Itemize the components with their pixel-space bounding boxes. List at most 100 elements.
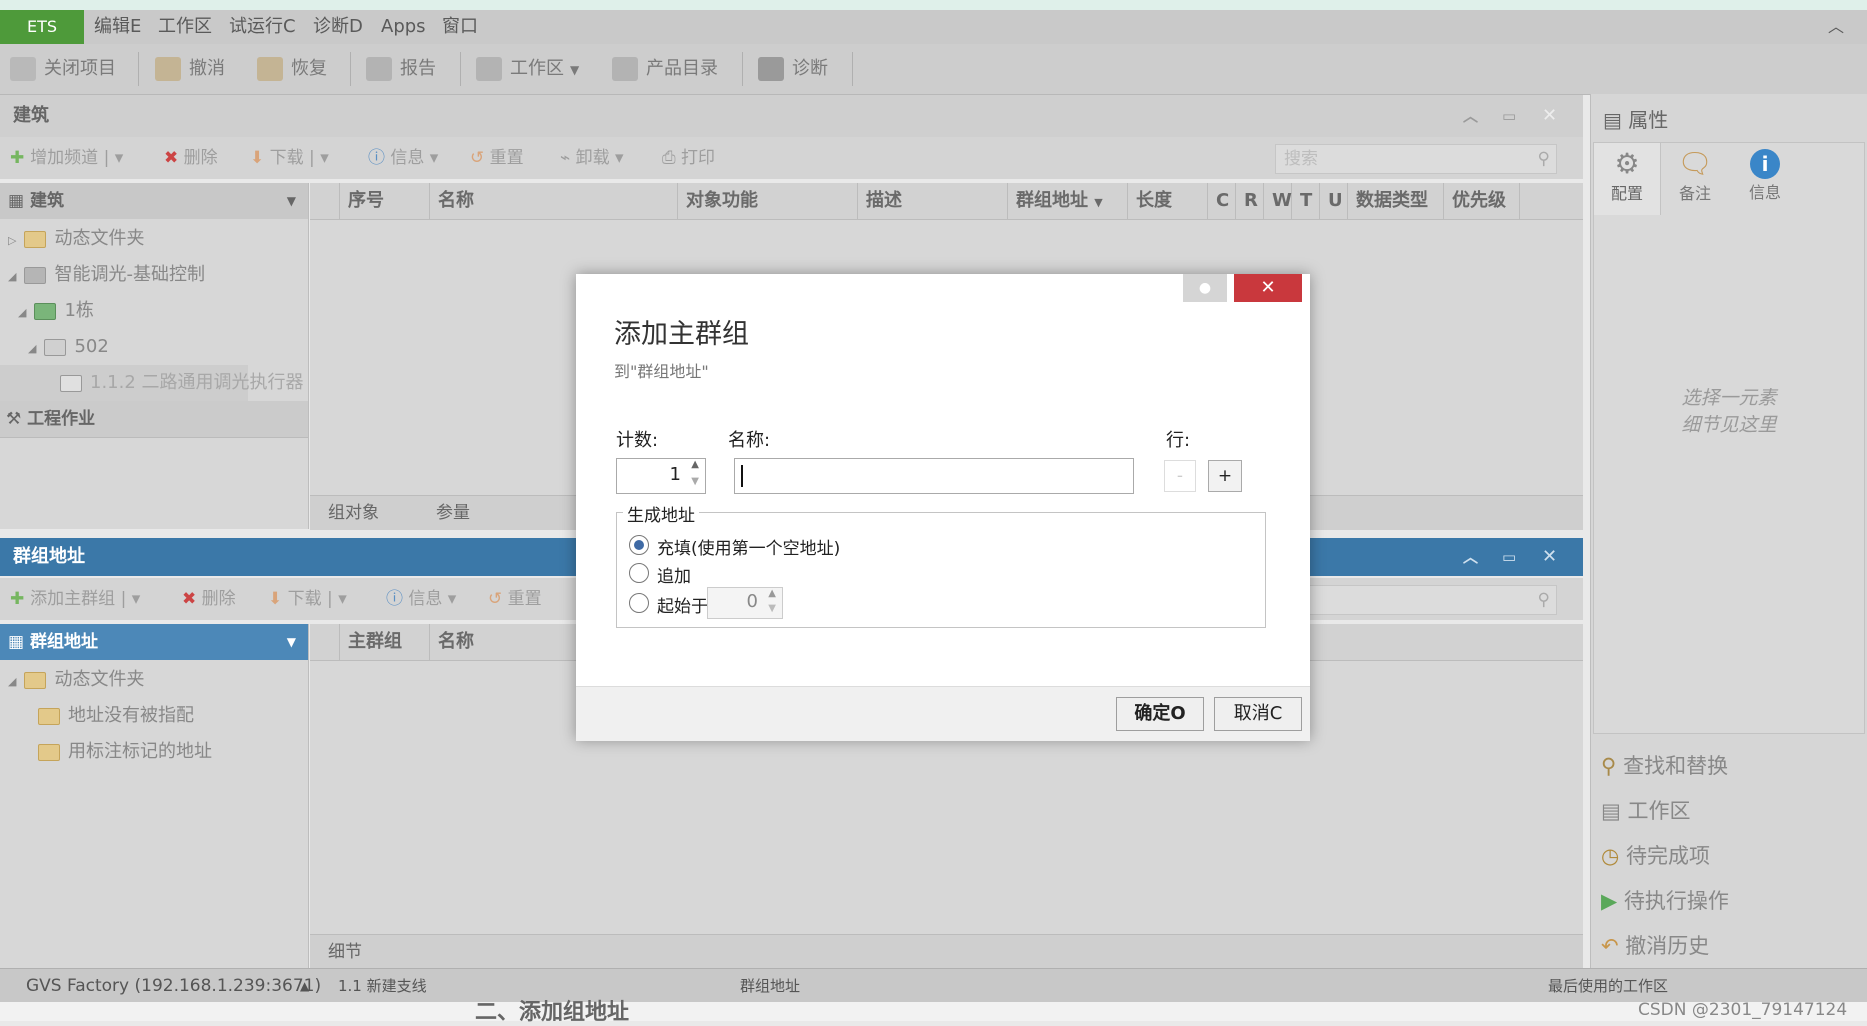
redo-icon — [257, 57, 283, 81]
row-minus-button[interactable]: - — [1164, 460, 1196, 492]
info-button[interactable]: ⓘ 信息 ▾ — [386, 578, 456, 620]
column-header-group-address[interactable]: 群组地址 ▼ — [1008, 183, 1128, 219]
panel-close-icon[interactable]: ✕ — [1542, 95, 1557, 137]
tab-group-objects[interactable]: 组对象 — [328, 496, 379, 530]
close-project-button[interactable]: 关闭项目 — [10, 44, 116, 94]
add-channel-button[interactable]: ✚ 增加频道 | ▾ — [10, 137, 123, 179]
delete-button[interactable]: ✖ 删除 — [182, 578, 236, 620]
ok-button[interactable]: 确定O — [1116, 697, 1204, 731]
workspace-link[interactable]: ▤ 工作区 — [1601, 789, 1691, 833]
collapse-ribbon-icon[interactable]: ︿ — [1828, 10, 1844, 44]
menu-apps[interactable]: Apps — [381, 10, 426, 44]
tree-item-label: 地址没有被指配 — [68, 705, 194, 726]
menu-window[interactable]: 窗口 — [442, 10, 478, 44]
column-header[interactable]: R — [1236, 183, 1264, 219]
chevron-up-icon[interactable]: ▲ — [300, 969, 309, 1003]
panel-maximize-icon[interactable]: ▭ — [1502, 538, 1516, 576]
tree-item[interactable]: ▷ 动态文件夹 — [0, 221, 144, 257]
column-header[interactable]: C — [1208, 183, 1236, 219]
circle-icon: ● — [1198, 280, 1212, 296]
radio-fill-label[interactable]: 充填(使用第一个空地址) — [657, 534, 840, 559]
row-plus-button[interactable]: + — [1208, 460, 1242, 492]
tree-item[interactable]: ◢ 动态文件夹 — [0, 662, 144, 698]
delete-button[interactable]: ✖ 删除 — [164, 137, 218, 179]
todo-link[interactable]: ◷ 待完成项 — [1601, 834, 1710, 878]
ets-menu-button[interactable]: ETS — [0, 10, 84, 44]
tab-parameters[interactable]: 参量 — [436, 496, 470, 530]
tab-info[interactable]: i 信息 — [1730, 143, 1800, 215]
menu-edit[interactable]: 编辑E — [94, 10, 141, 44]
connection-status[interactable]: GVS Factory (192.168.1.239:3671) — [26, 969, 321, 1003]
diagnose-button[interactable]: 诊断 — [758, 44, 828, 94]
name-input[interactable] — [734, 458, 1134, 494]
tree-item-device[interactable]: 1.1.2 二路通用调光执行器 — [0, 365, 304, 401]
radio-fill[interactable] — [629, 535, 649, 555]
undo-history-link[interactable]: ↶ 撤消历史 — [1601, 924, 1709, 968]
tree-item[interactable]: ◢ 智能调光-基础控制 — [0, 257, 205, 293]
stepper-down-icon[interactable]: ▼ — [691, 476, 699, 487]
reset-button[interactable]: ↺ 重置 — [488, 578, 542, 620]
tab-notes[interactable]: 🗨 备注 — [1660, 143, 1730, 215]
building-tree-header[interactable]: ▦ 建筑 ▼ — [0, 183, 308, 219]
panel-minimize-icon[interactable]: ︿ — [1463, 95, 1478, 137]
column-header[interactable]: 对象功能 — [678, 183, 858, 219]
column-header[interactable]: 长度 — [1128, 183, 1208, 219]
column-header[interactable]: 数据类型 — [1348, 183, 1444, 219]
tab-details[interactable]: 细节 — [328, 935, 362, 969]
radio-append[interactable] — [629, 563, 649, 583]
report-button[interactable]: 报告 — [366, 44, 436, 94]
count-stepper[interactable]: 1 ▲ ▼ — [616, 458, 706, 494]
workspace-label: 工作区 — [510, 58, 564, 79]
dialog-close-button[interactable]: ✕ — [1234, 274, 1302, 302]
find-replace-link[interactable]: ⚲ 查找和替换 — [1601, 744, 1728, 788]
tree-item[interactable]: 地址没有被指配 — [0, 698, 194, 734]
stepper-up-icon[interactable]: ▲ — [768, 588, 776, 599]
chevron-down-icon[interactable]: ▼ — [287, 624, 296, 660]
stepper-down-icon[interactable]: ▼ — [768, 603, 776, 614]
tree-item[interactable]: ◢ 1栋 — [0, 293, 94, 329]
radio-append-label[interactable]: 追加 — [657, 562, 691, 587]
building-search-input[interactable]: 搜索 ⚲ — [1275, 144, 1557, 174]
print-button[interactable]: ⎙ 打印 — [662, 137, 715, 179]
panel-close-icon[interactable]: ✕ — [1542, 538, 1557, 576]
group-tree-header[interactable]: ▦ 群组地址 ▼ — [0, 624, 308, 660]
tab-configuration[interactable]: ⚙ 配置 — [1594, 143, 1661, 215]
column-header[interactable]: 优先级 — [1444, 183, 1520, 219]
undo-button[interactable]: 撤消 — [155, 44, 225, 94]
column-header[interactable]: 序号 — [340, 183, 430, 219]
delete-label: 删除 — [201, 589, 236, 609]
stepper-up-icon[interactable]: ▲ — [691, 459, 699, 470]
panel-minimize-icon[interactable]: ︿ — [1463, 538, 1478, 576]
column-header[interactable]: U — [1320, 183, 1348, 219]
info-button[interactable]: ⓘ 信息 ▾ — [368, 137, 438, 179]
column-header[interactable]: T — [1292, 183, 1320, 219]
dialog-restore-button[interactable]: ● — [1183, 274, 1227, 302]
dialog-subtitle: 到"群组地址" — [614, 362, 709, 381]
radio-start-at[interactable] — [629, 593, 649, 613]
menu-commissioning[interactable]: 试运行C — [229, 10, 296, 44]
tree-item[interactable]: 用标注标记的地址 — [0, 734, 212, 770]
panel-maximize-icon[interactable]: ▭ — [1502, 95, 1516, 137]
catalog-button[interactable]: 产品目录 — [612, 44, 718, 94]
reset-button[interactable]: ↺ 重置 — [470, 137, 524, 179]
column-header[interactable]: 描述 — [858, 183, 1008, 219]
menu-workspace[interactable]: 工作区 — [158, 10, 212, 44]
pending-ops-link[interactable]: ▶ 待执行操作 — [1601, 879, 1729, 923]
start-value-stepper[interactable]: 0 ▲ ▼ — [707, 587, 783, 619]
add-main-group-button[interactable]: ✚ 添加主群组 | ▾ — [10, 578, 140, 620]
engineering-section[interactable]: ⚒ 工程作业 — [0, 401, 308, 438]
cancel-button[interactable]: 取消C — [1214, 697, 1302, 731]
unload-button[interactable]: ⌁ 卸载 ▾ — [560, 137, 624, 179]
column-header[interactable]: 名称 — [430, 183, 678, 219]
group-search-input[interactable]: ⚲ — [1275, 585, 1557, 615]
download-button[interactable]: ⬇ 下载 | ▾ — [250, 137, 329, 179]
workspace-dropdown[interactable]: 工作区 ▼ — [476, 44, 579, 94]
tree-item[interactable]: ◢ 502 — [0, 329, 109, 365]
chevron-down-icon[interactable]: ▼ — [287, 183, 296, 219]
column-header[interactable]: W — [1264, 183, 1292, 219]
menu-diagnostics[interactable]: 诊断D — [313, 10, 363, 44]
redo-button[interactable]: 恢复 — [257, 44, 327, 94]
download-button[interactable]: ⬇ 下载 | ▾ — [268, 578, 347, 620]
radio-start-at-label[interactable]: 起始于 — [657, 592, 708, 617]
column-header[interactable]: 主群组 — [340, 624, 430, 660]
